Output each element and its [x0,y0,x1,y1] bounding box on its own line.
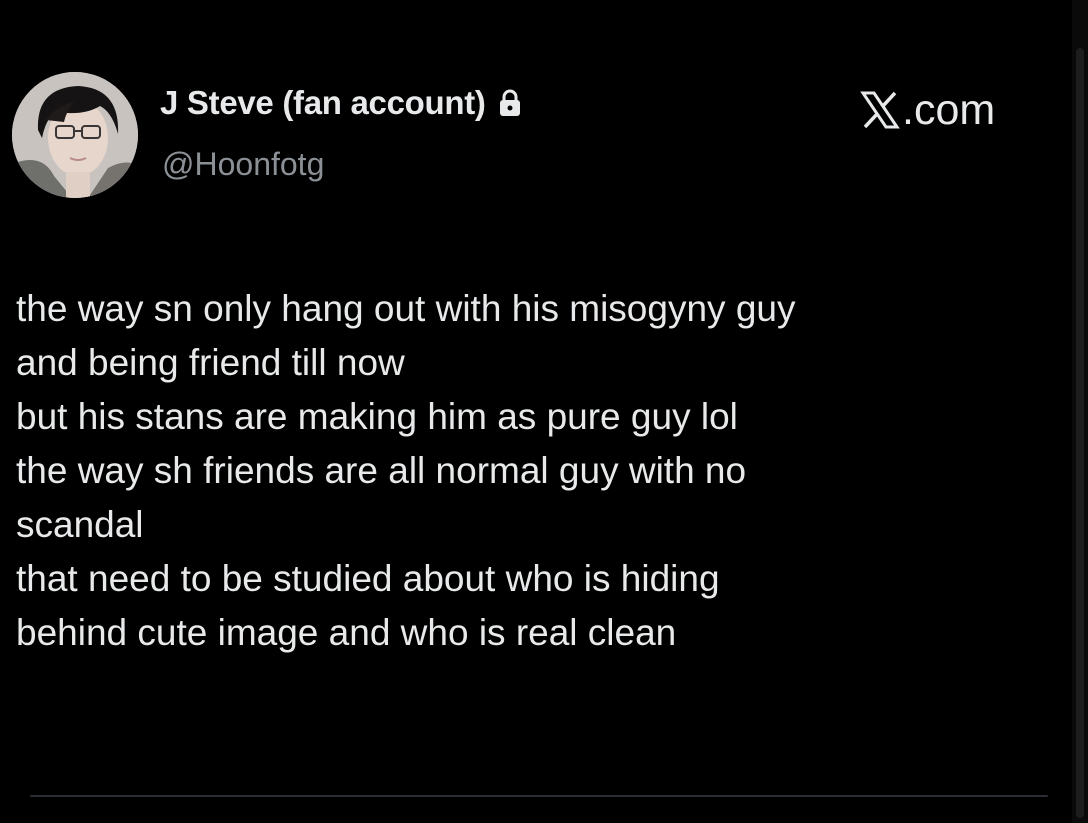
avatar[interactable] [12,72,138,198]
author-display-name[interactable]: J Steve (fan account) [160,84,486,122]
tweet-line: but his stans are making him as pure guy… [16,396,738,437]
divider [30,795,1048,797]
avatar-photo [12,72,138,198]
brand-watermark: .com [860,84,995,135]
tweet-line: the way sh friends are all normal guy wi… [16,450,747,491]
tweet-screenshot: J Steve (fan account) @Hoonfotg .com the… [0,0,1088,823]
tweet-line: scandal [16,504,144,545]
scrollbar-thumb[interactable] [1076,48,1084,818]
author-name-row[interactable]: J Steve (fan account) [160,84,522,122]
tweet-body: the way sn only hang out with his misogy… [16,282,1066,660]
tweet-line: and being friend till now [16,342,405,383]
lock-icon [498,88,522,118]
brand-domain: .com [902,86,996,134]
tweet-line: the way sn only hang out with his misogy… [16,288,796,329]
x-logo-icon [860,90,900,130]
scrollbar[interactable] [1072,0,1088,823]
tweet-line: that need to be studied about who is hid… [16,558,720,599]
tweet-line: behind cute image and who is real clean [16,612,677,653]
author-handle[interactable]: @Hoonfotg [162,146,324,183]
